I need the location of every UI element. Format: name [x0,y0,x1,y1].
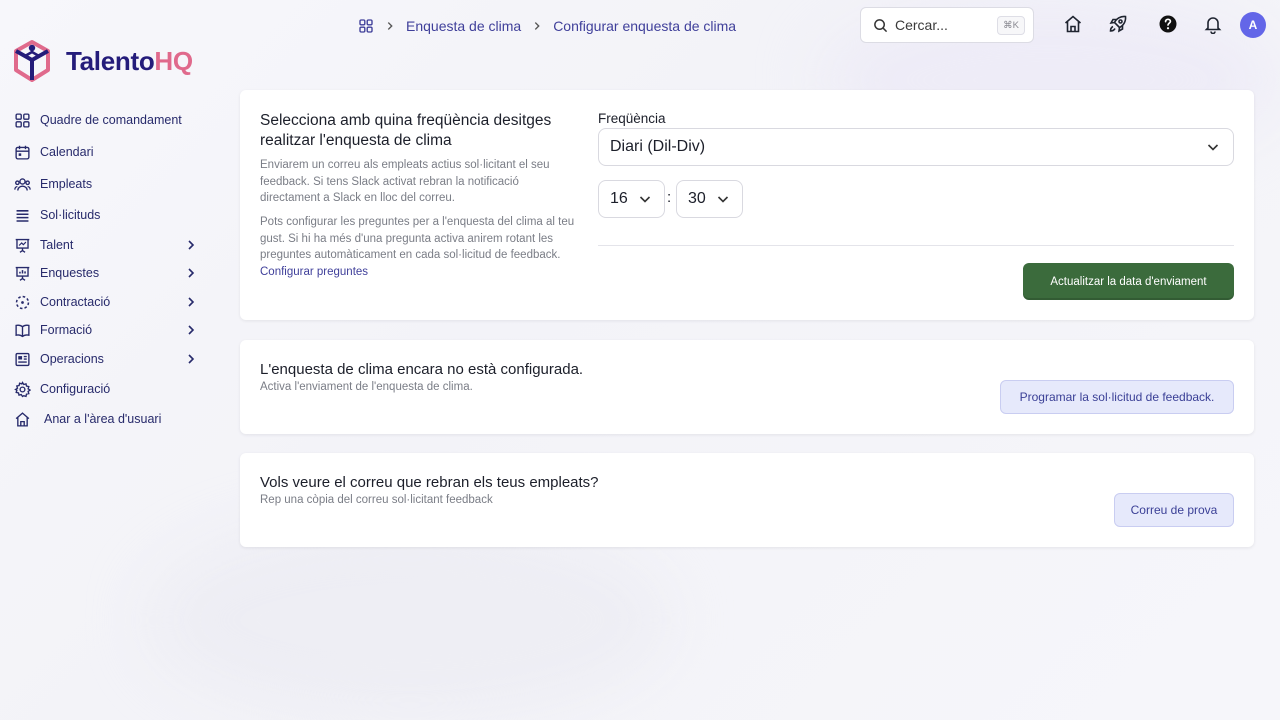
sidebar-item-dashboard[interactable]: Quadre de comandament [14,107,204,133]
sidebar-item-requests[interactable]: Sol·licituds [14,202,204,228]
newspaper-icon [14,351,31,368]
chevron-right-icon [384,20,396,32]
search-shortcut: ⌘K [997,15,1025,35]
chevron-down-icon [1207,144,1219,151]
survey-status-title: L'enquesta de clima encara no està confi… [260,361,584,378]
hour-select[interactable]: 16 [598,180,665,218]
sidebar-item-user-area[interactable]: Anar a l'àrea d'usuari [14,406,204,432]
chevron-right-icon [188,240,195,250]
update-send-date-button[interactable]: Actualitzar la data d'enviament [1023,263,1234,300]
chevron-right-icon [188,325,195,335]
frequency-card: Selecciona amb quina freqüència desitges… [240,90,1254,320]
frequency-select-value: Diari (Dil-Div) [610,138,706,155]
chevron-down-icon [717,196,729,203]
sidebar-item-operations[interactable]: Operacions [14,346,204,372]
test-email-title: Vols veure el correu que rebran els teus… [260,474,599,491]
sidebar-item-label: Talent [40,238,74,252]
frequency-card-title: Selecciona amb quina freqüència desitges… [260,112,552,149]
sidebar-item-calendar[interactable]: Calendari [14,139,204,165]
gear-icon [14,380,31,398]
brand-logo[interactable]: TalentoHQ [12,38,193,84]
home-button[interactable] [1062,13,1084,35]
test-email-subtitle: Rep una còpia del correu sol·licitant fe… [260,494,493,506]
sidebar-item-training[interactable]: Formació [14,317,204,343]
avatar[interactable]: A [1240,12,1266,38]
survey-status-subtitle: Activa l'enviament de l'enquesta de clim… [260,381,473,393]
list-icon [14,207,31,224]
chevron-down-icon [639,196,651,203]
users-icon [14,176,31,193]
sidebar-item-label: Anar a l'àrea d'usuari [44,412,162,426]
sidebar-item-talent[interactable]: Talent [14,232,204,258]
frequency-select[interactable]: Diari (Dil-Div) [598,128,1234,166]
test-email-card: Vols veure el correu que rebran els teus… [240,453,1254,547]
minute-select[interactable]: 30 [676,180,743,218]
rocket-icon [1109,15,1127,33]
frequency-card-description: Enviarem un correu als empleats actius s… [260,159,550,204]
hour-select-value: 16 [610,190,628,207]
time-separator: : [667,189,672,206]
divider [598,245,1234,246]
brand-name: TalentoHQ [66,45,193,76]
home-icon [14,411,31,428]
sidebar-item-label: Formació [40,323,93,337]
notifications-button[interactable] [1202,13,1224,35]
minute-select-value: 30 [688,190,706,207]
help-button[interactable] [1157,13,1179,35]
sidebar-item-label: Quadre de comandament [40,113,182,127]
breadcrumb-current[interactable]: Configurar enquesta de clima [553,18,736,34]
home-icon [1064,15,1082,33]
sidebar-item-hiring[interactable]: Contractació [14,289,204,315]
search-icon [874,18,888,32]
sidebar: TalentoHQ Quadre de comandament Calendar… [0,0,225,720]
help-icon [1159,15,1177,33]
test-email-button[interactable]: Correu de prova [1114,493,1234,527]
sidebar-item-label: Calendari [40,145,94,159]
grid-icon[interactable] [358,18,374,34]
dashed-circle-icon [14,294,31,311]
schedule-feedback-button[interactable]: Programar la sol·licitud de feedback. [1000,380,1234,414]
search-box[interactable]: Cercar... ⌘K [860,7,1034,43]
chart-board-icon [14,265,31,282]
breadcrumb-link[interactable]: Enquesta de clima [406,18,521,34]
sidebar-item-label: Operacions [40,352,104,366]
configure-questions-link[interactable]: Configurar preguntes [260,266,368,278]
sidebar-item-label: Configuració [40,382,111,396]
chevron-right-icon [188,354,195,364]
sidebar-item-label: Contractació [40,295,111,309]
search-placeholder: Cercar... [895,17,948,33]
sidebar-item-label: Enquestes [40,266,100,280]
sidebar-item-surveys[interactable]: Enquestes [14,260,204,286]
sidebar-item-employees[interactable]: Empleats [14,171,204,197]
cube-logo-icon [14,40,50,82]
chevron-right-icon [188,268,195,278]
frequency-label: Freqüència [598,111,666,126]
chevron-right-icon [531,20,543,32]
calendar-icon [14,144,31,161]
bell-icon [1204,17,1222,34]
presentation-icon [14,237,31,254]
book-icon [14,322,31,339]
breadcrumb: Enquesta de clima Configurar enquesta de… [358,16,736,36]
survey-status-card: L'enquesta de clima encara no està confi… [240,340,1254,434]
chevron-right-icon [188,297,195,307]
background-decoration [150,520,670,720]
grid-icon [14,112,31,129]
sidebar-item-label: Sol·licituds [40,208,101,222]
sidebar-item-label: Empleats [40,177,93,191]
frequency-card-questions-description: Pots configurar les preguntes per a l'en… [260,216,575,278]
rocket-button[interactable] [1107,13,1129,35]
sidebar-item-settings[interactable]: Configuració [14,376,204,402]
